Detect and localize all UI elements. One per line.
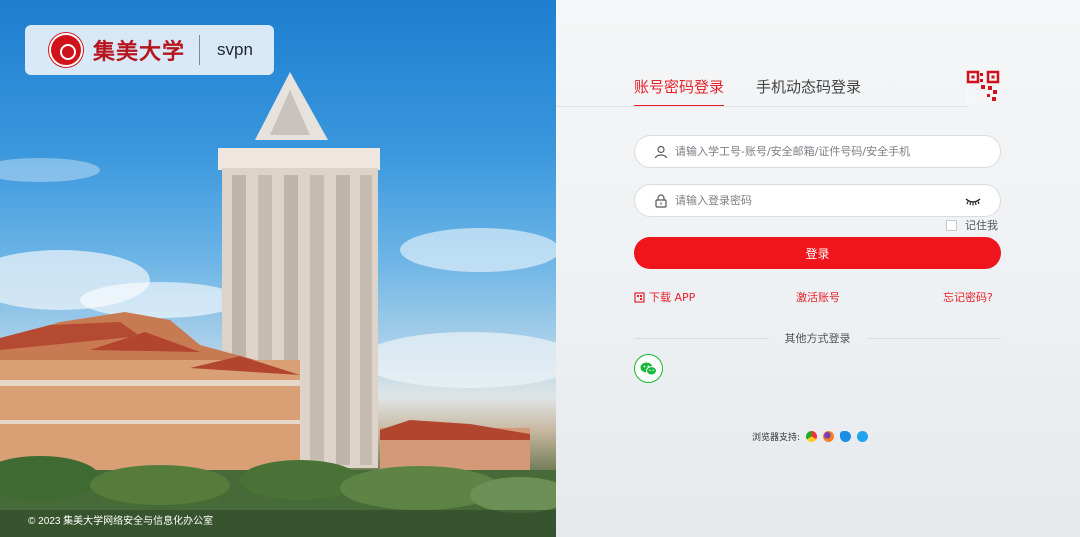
login-tabs: 账号密码登录 手机动态码登录 [634,76,861,107]
logo-divider [199,35,201,65]
campus-photo: 集美大学 svpn © 2023 集美大学网络安全与信息化办公室 [0,0,556,537]
other-methods-label: 其他方式登录 [784,332,851,345]
password-input[interactable] [675,194,964,207]
copyright-text: © 2023 集美大学网络安全与信息化办公室 [28,516,214,527]
tab-password-login[interactable]: 账号密码登录 [634,76,725,107]
ie-icon [840,431,852,442]
download-app-label: 下载 APP [649,291,696,304]
other-methods-divider: 其他方式登录 [634,330,1001,346]
user-icon [654,145,668,158]
browser-support: 浏览器支持: [752,430,869,443]
qr-code-icon[interactable] [966,70,1000,104]
username-input[interactable] [675,145,1000,158]
login-panel: 账号密码登录 手机动态码登录 请输入学工号-账号/安全邮箱/证件号码/安全手机 … [556,0,1080,537]
tab-underline-rule [556,106,968,107]
download-app-icon [634,291,645,303]
remember-checkbox[interactable] [946,219,957,231]
firefox-icon [823,431,835,442]
wechat-login-button[interactable] [634,354,663,383]
lock-icon [655,193,667,208]
campus-illustration [0,72,556,537]
activate-account-link[interactable]: 激活账号 [796,289,840,305]
login-button[interactable]: 登录 [634,237,1001,269]
qq-browser-icon [857,431,869,442]
chrome-icon [806,431,818,442]
eye-closed-icon[interactable] [964,195,982,207]
divider-line-right [866,337,1001,339]
product-name: svpn [217,40,253,59]
username-field [634,135,1001,168]
divider-line-left [634,337,769,339]
remember-label: 记住我 [965,219,998,232]
remember-me[interactable]: 记住我 [946,217,998,233]
university-seal-icon [49,33,83,67]
wechat-icon [640,362,657,375]
browser-support-label: 浏览器支持: [752,433,801,443]
university-name: 集美大学 [93,39,186,65]
brand-logo-card: 集美大学 svpn [25,25,274,75]
password-field [634,184,1001,217]
login-page: 集美大学 svpn © 2023 集美大学网络安全与信息化办公室 账号密码登录 … [0,0,1080,537]
tab-sms-login[interactable]: 手机动态码登录 [756,76,861,107]
forgot-password-link[interactable]: 忘记密码? [943,289,993,305]
download-app-link[interactable]: 下载 APP [634,289,695,305]
